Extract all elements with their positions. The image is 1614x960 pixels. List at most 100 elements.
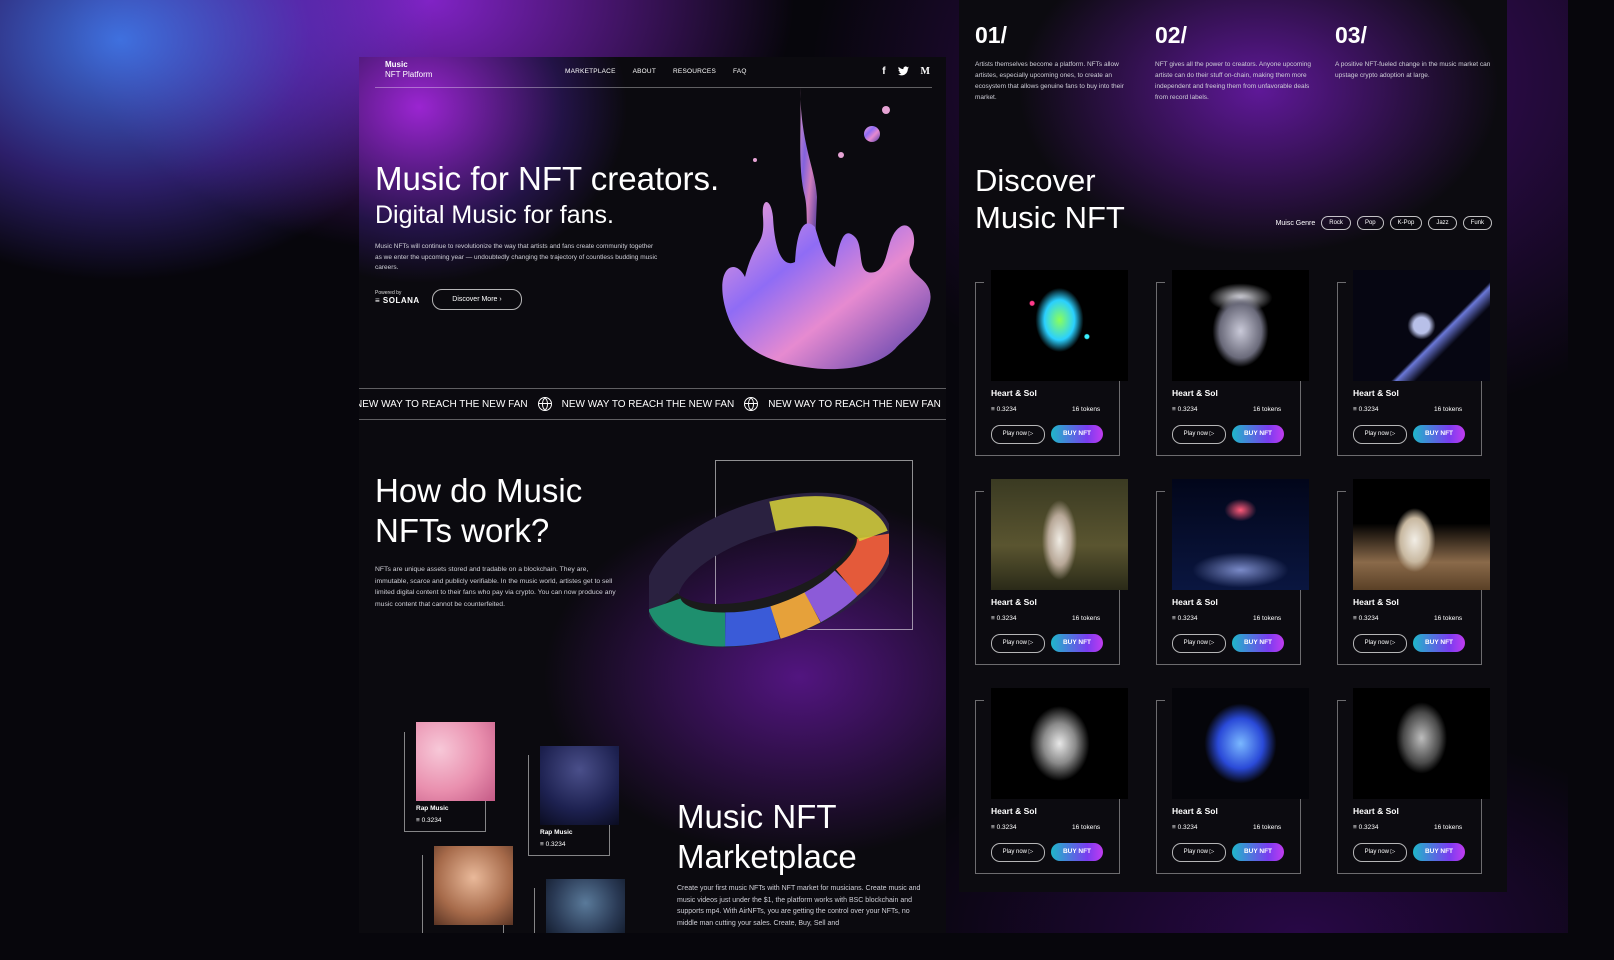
buy-nft-button[interactable]: BUY NFT	[1051, 425, 1103, 443]
nft-artwork[interactable]	[1353, 688, 1490, 799]
marquee-text: NEW WAY TO REACH THE NEW FAN	[768, 398, 941, 410]
logo-line-1: Music	[385, 60, 408, 69]
nft-title: Heart & Sol	[1172, 597, 1218, 607]
nft-artwork[interactable]	[991, 270, 1128, 381]
buy-nft-button[interactable]: BUY NFT	[1232, 425, 1284, 443]
nft-card[interactable]: Heart & Sol ≡ 0.3234 16 tokens Play now ▷ BU…	[1156, 270, 1309, 456]
genre-filter: Muisc Genre Rock Pop K-Pop Jazz Funk	[1276, 216, 1492, 230]
nft-token-count: 16 tokens	[1434, 406, 1463, 413]
step-text: Artists themselves become a platform. NF…	[975, 61, 1124, 101]
hero-subtitle: Digital Music for fans.	[375, 201, 614, 229]
play-now-button[interactable]: Play now ▷	[991, 634, 1045, 653]
hero-description: Music NFTs will continue to revolutioniz…	[375, 243, 658, 271]
nft-card[interactable]: Heart & Sol ≡ 0.3234 16 tokens Play now ▷ BU…	[1156, 688, 1309, 874]
nav-link-about[interactable]: ABOUT	[633, 68, 656, 75]
nft-token-count: 16 tokens	[1434, 824, 1463, 831]
twitter-icon[interactable]	[897, 66, 909, 79]
genre-chip-pop[interactable]: Pop	[1356, 216, 1384, 230]
top-nav: Music NFT Platform MARKETPLACE ABOUT RES…	[375, 57, 932, 88]
genre-chip-rock[interactable]: Rock	[1321, 216, 1351, 230]
artist-name: Rap Music	[416, 805, 449, 812]
play-now-button[interactable]: Play now ▷	[991, 843, 1045, 862]
globe-icon	[744, 397, 759, 411]
genre-chip-funk[interactable]: Funk	[1462, 216, 1492, 230]
step-number: 03/	[1335, 22, 1367, 48]
nft-title: Heart & Sol	[991, 388, 1037, 398]
buy-nft-button[interactable]: BUY NFT	[1051, 634, 1103, 652]
step-02: 02/ NFT gives all the power to creators.…	[1155, 22, 1313, 103]
buy-nft-button[interactable]: BUY NFT	[1413, 843, 1465, 861]
nft-artwork[interactable]	[1172, 688, 1309, 799]
nft-card[interactable]: Heart & Sol ≡ 0.3234 16 tokens Play now ▷ BU…	[1337, 688, 1490, 874]
nft-token-count: 16 tokens	[1072, 824, 1101, 831]
step-text: NFT gives all the power to creators. Any…	[1155, 61, 1311, 101]
how-section-title: How do Music NFTs work?	[375, 472, 583, 549]
nav-link-marketplace[interactable]: MARKETPLACE	[565, 68, 616, 75]
artist-name: Rap Music	[540, 829, 573, 836]
discover-title-line-2: Music NFT	[975, 200, 1125, 235]
marquee-item: NEW WAY TO REACH THE NEW FAN	[768, 397, 946, 411]
nft-artwork[interactable]	[991, 479, 1128, 590]
step-text: A positive NFT-fueled change in the musi…	[1335, 61, 1491, 79]
nft-card[interactable]: Heart & Sol ≡ 0.3234 16 tokens Play now ▷ BU…	[975, 479, 1128, 665]
album-cover-ring-image	[649, 492, 889, 648]
nft-title: Heart & Sol	[1353, 597, 1399, 607]
landing-page-preview: Music NFT Platform MARKETPLACE ABOUT RES…	[359, 57, 946, 933]
discover-page-preview: 01/ Artists themselves become a platform…	[959, 0, 1507, 892]
how-section-description: NFTs are unique assets stored and tradab…	[375, 566, 616, 608]
buy-nft-button[interactable]: BUY NFT	[1413, 634, 1465, 652]
buy-nft-button[interactable]: BUY NFT	[1413, 425, 1465, 443]
nft-price: ≡ 0.3234	[1172, 406, 1198, 413]
play-now-button[interactable]: Play now ▷	[1172, 634, 1226, 653]
nft-artwork[interactable]	[1353, 479, 1490, 590]
solana-logo: ≡ SOLANA	[375, 296, 420, 305]
nft-card[interactable]: Heart & Sol ≡ 0.3234 16 tokens Play now ▷ BU…	[1156, 479, 1309, 665]
artist-photo	[416, 722, 495, 801]
site-logo[interactable]: Music NFT Platform	[385, 60, 432, 80]
play-now-button[interactable]: Play now ▷	[1353, 843, 1407, 862]
nft-price: ≡ 0.3234	[1353, 406, 1379, 413]
marquee-item: NEW WAY TO REACH THE NEW FAN	[359, 397, 552, 411]
nft-price: ≡ 0.3234	[1353, 615, 1379, 622]
liquid-sculpture-image	[722, 87, 931, 370]
play-now-button[interactable]: Play now ▷	[1353, 425, 1407, 444]
nft-artwork[interactable]	[991, 688, 1128, 799]
genre-chip-kpop[interactable]: K-Pop	[1389, 216, 1423, 230]
artist-photo	[546, 879, 625, 933]
buy-nft-button[interactable]: BUY NFT	[1232, 843, 1284, 861]
nft-title: Heart & Sol	[1353, 806, 1399, 816]
nft-card[interactable]: Heart & Sol ≡ 0.3234 16 tokens Play now ▷ BU…	[1337, 479, 1490, 665]
nft-artwork[interactable]	[1172, 270, 1309, 381]
nft-token-count: 16 tokens	[1072, 615, 1101, 622]
medium-icon[interactable]: M	[921, 66, 930, 79]
tagline-marquee: NEW WAY TO REACH THE NEW FAN NEW WAY TO …	[359, 388, 946, 420]
nft-price: ≡ 0.3234	[991, 824, 1017, 831]
nft-artwork[interactable]	[1353, 270, 1490, 381]
nav-link-faq[interactable]: FAQ	[733, 68, 747, 75]
nft-title: Heart & Sol	[991, 597, 1037, 607]
nft-price: ≡ 0.3234	[1353, 824, 1379, 831]
nft-artwork[interactable]	[1172, 479, 1309, 590]
play-now-button[interactable]: Play now ▷	[1353, 634, 1407, 653]
nft-title: Heart & Sol	[991, 806, 1037, 816]
play-now-button[interactable]: Play now ▷	[1172, 843, 1226, 862]
play-now-button[interactable]: Play now ▷	[1172, 425, 1226, 444]
genre-chip-jazz[interactable]: Jazz	[1428, 216, 1457, 230]
nft-token-count: 16 tokens	[1072, 406, 1101, 413]
facebook-icon[interactable]: f	[882, 66, 885, 79]
marquee-text: NEW WAY TO REACH THE NEW FAN	[561, 398, 735, 410]
play-now-button[interactable]: Play now ▷	[991, 425, 1045, 444]
genre-label: Muisc Genre	[1275, 219, 1316, 227]
discover-title-line-1: Discover	[975, 163, 1096, 198]
nav-link-resources[interactable]: RESOURCES	[673, 68, 716, 75]
nft-card[interactable]: Heart & Sol ≡ 0.3234 16 tokens Play now ▷ BU…	[975, 270, 1128, 456]
buy-nft-button[interactable]: BUY NFT	[1051, 843, 1103, 861]
nft-card[interactable]: Heart & Sol ≡ 0.3234 16 tokens Play now ▷ BU…	[975, 688, 1128, 874]
artist-photo	[540, 746, 619, 825]
buy-nft-button[interactable]: BUY NFT	[1232, 634, 1284, 652]
nft-token-count: 16 tokens	[1253, 615, 1282, 622]
nft-card[interactable]: Heart & Sol ≡ 0.3234 16 tokens Play now ▷ BU…	[1337, 270, 1490, 456]
nft-price: ≡ 0.3234	[991, 615, 1017, 622]
step-03: 03/ A positive NFT-fueled change in the …	[1335, 22, 1493, 81]
discover-more-button[interactable]: Discover More ›	[432, 289, 522, 310]
